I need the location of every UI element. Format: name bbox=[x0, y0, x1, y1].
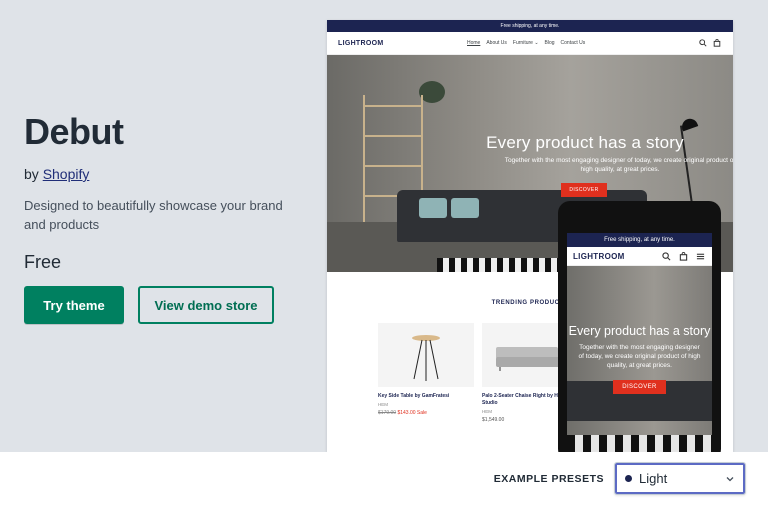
mobile-hero-banner: Every product has a story Together with … bbox=[567, 266, 712, 461]
phone-screen: Free shipping, at any time. LIGHTROOM Ev… bbox=[567, 233, 712, 461]
preset-selected-value: Light bbox=[639, 471, 668, 486]
view-demo-store-button[interactable]: View demo store bbox=[138, 286, 274, 324]
announcement-bar: Free shipping, at any time. bbox=[327, 20, 733, 32]
try-theme-button[interactable]: Try theme bbox=[24, 286, 124, 324]
nav-item-blog: Blog bbox=[544, 40, 555, 46]
product-prices: $179.00 $143.00 Sale bbox=[378, 410, 474, 416]
hero-subtitle: Together with the most engaging designer… bbox=[504, 157, 733, 173]
preset-color-swatch bbox=[625, 475, 632, 482]
site-header: LIGHTROOM Home About Us Furniture ⌄ Blog… bbox=[327, 32, 733, 55]
product-card: Key Side Table by GamFratesi HEM $179.00… bbox=[378, 323, 474, 416]
nav-item-furniture: Furniture ⌄ bbox=[512, 40, 539, 46]
menu-icon bbox=[696, 253, 705, 260]
nav-item-about: About Us bbox=[486, 40, 507, 46]
mobile-store-logo: LIGHTROOM bbox=[573, 251, 625, 261]
product-vendor: HEM bbox=[378, 402, 388, 407]
theme-title: Debut bbox=[24, 111, 124, 152]
cart-icon bbox=[679, 252, 688, 261]
mobile-header: LIGHTROOM bbox=[567, 247, 712, 266]
example-presets-label: EXAMPLE PRESETS bbox=[493, 473, 604, 485]
header-icons bbox=[699, 39, 721, 47]
preset-bar: EXAMPLE PRESETS Light bbox=[0, 452, 768, 507]
chevron-down-icon bbox=[726, 476, 734, 481]
mobile-discover-button: DISCOVER bbox=[613, 380, 666, 394]
hero-title: Every product has a story bbox=[486, 133, 684, 152]
product-sale-price: $143.00 Sale bbox=[397, 410, 427, 416]
cushion-decor bbox=[451, 198, 479, 218]
mobile-hero-title: Every product has a story bbox=[568, 324, 711, 338]
theme-price: Free bbox=[24, 252, 62, 272]
store-logo: LIGHTROOM bbox=[338, 39, 384, 47]
mobile-announcement-bar: Free shipping, at any time. bbox=[567, 233, 712, 247]
mobile-hero-subtitle: Together with the most engaging designer… bbox=[578, 344, 701, 369]
lampshade-decor bbox=[679, 116, 699, 132]
search-icon bbox=[662, 252, 671, 261]
product-old-price: $179.00 bbox=[378, 410, 397, 416]
theme-description: Designed to beautifully showcase your br… bbox=[24, 198, 283, 232]
product-image bbox=[378, 323, 474, 387]
theme-info: Debut by Shopify Designed to beautifully… bbox=[24, 110, 314, 234]
mobile-hero-text: Every product has a story Together with … bbox=[567, 324, 712, 394]
author-link[interactable]: Shopify bbox=[43, 166, 90, 182]
cart-icon bbox=[713, 39, 721, 47]
hero-text: Every product has a story Together with … bbox=[327, 133, 733, 197]
product-name: Key Side Table by GamFratesi bbox=[378, 393, 450, 399]
cushion-decor bbox=[419, 198, 447, 218]
preset-select[interactable]: Light bbox=[614, 462, 746, 495]
mobile-header-icons bbox=[662, 252, 705, 261]
discover-button: DISCOVER bbox=[561, 183, 607, 197]
site-nav: Home About Us Furniture ⌄ Blog Contact U… bbox=[467, 40, 585, 46]
mobile-preview: Free shipping, at any time. LIGHTROOM Ev… bbox=[558, 201, 721, 461]
side-table-illustration bbox=[412, 335, 440, 381]
author-line: by Shopify bbox=[24, 166, 314, 182]
nav-item-contact: Contact Us bbox=[560, 40, 586, 46]
author-prefix: by bbox=[24, 166, 39, 182]
nav-item-home: Home bbox=[467, 40, 481, 46]
search-icon bbox=[699, 39, 707, 47]
